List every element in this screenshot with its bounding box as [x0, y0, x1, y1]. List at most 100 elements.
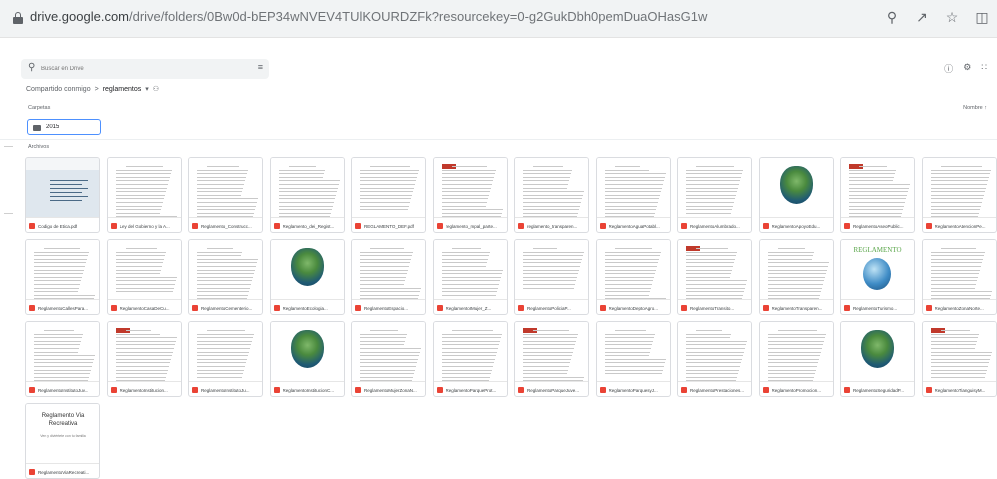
file-name: ReglamentoApoyoEdu... [771, 223, 821, 229]
file-item[interactable]: ReglamentoTransparen... [758, 239, 834, 315]
file-item[interactable]: ReglamentoInstitutoJuv... [25, 321, 100, 397]
file-item[interactable]: ReglamentoDeptoAgro... [595, 239, 671, 315]
file-name: ReglamentoAseoPublic... [853, 223, 904, 229]
pdf-icon [925, 387, 932, 393]
file-thumbnail [352, 158, 425, 218]
coat-of-arms-image [290, 330, 324, 368]
file-item[interactable]: ReglamentoParqueProt... [432, 321, 508, 397]
search-bar[interactable]: ⚲ ≡ [21, 59, 269, 79]
breadcrumb-shared[interactable]: Compartido conmigo [26, 86, 91, 93]
file-item[interactable]: ReglamentoApoyoEdu... [758, 157, 834, 233]
file-item[interactable]: ReglamentoSeguridadP... [840, 321, 915, 397]
file-caption: ReglamentoParquesyJ... [599, 385, 669, 395]
file-caption: reglamento_transparen... [518, 221, 587, 231]
pdf-icon [436, 387, 443, 393]
pdf-icon [681, 223, 687, 229]
file-item[interactable]: ReglamentoTianguisyM... [921, 321, 997, 397]
chevron-down-icon[interactable]: ▾ [145, 85, 149, 93]
pdf-icon [599, 387, 606, 393]
file-item[interactable]: Reglamento_Construcc... [188, 157, 263, 233]
url-field[interactable]: drive.google.com/drive/folders/0Bw0d-bEP… [30, 9, 707, 24]
file-item[interactable]: REGLAMENTO_DEF.pdf [351, 157, 426, 233]
file-caption: ReglamentoInstitucion... [110, 385, 180, 395]
search-input[interactable] [41, 62, 241, 76]
search-icon[interactable]: ⚲ [28, 62, 35, 73]
file-thumbnail [270, 240, 344, 300]
sort-button[interactable]: Nombre ↑ [963, 105, 987, 111]
breadcrumb-current[interactable]: reglamentos [103, 86, 142, 93]
file-item[interactable]: Codigo de Etica.pdf [25, 157, 100, 233]
file-item[interactable]: ReglamentoParquesyJ... [595, 321, 671, 397]
pdf-icon [192, 223, 198, 229]
file-caption: ReglamentoAguaPotabl... [599, 221, 669, 231]
lock-icon[interactable] [13, 12, 23, 24]
file-item[interactable]: ReglamentoEcologia... [269, 239, 345, 315]
file-item[interactable]: ReglamentoZonaNorte... [921, 239, 997, 315]
settings-icon[interactable]: ⚙ [963, 62, 971, 75]
help-icon[interactable]: ⓘ [944, 62, 953, 75]
people-icon[interactable]: ⚇ [153, 85, 159, 93]
file-item[interactable]: ReglamentoAtencionPe... [921, 157, 997, 233]
pdf-icon [844, 305, 850, 311]
file-thumbnail [596, 322, 670, 382]
file-name: ReglamentoEcologia... [282, 305, 328, 311]
pdf-icon [110, 305, 117, 311]
file-caption: ReglamentoInstitucionC... [273, 385, 343, 395]
file-name: ReglamentoTianguisyM... [934, 387, 986, 393]
file-caption: ReglamentoInstitutoJu... [192, 385, 261, 395]
file-item[interactable]: ReglamentoInstitucionC... [269, 321, 345, 397]
file-item[interactable]: ReglamentoInstitutoJu... [188, 321, 263, 397]
file-name: ReglamentoPrestaciones... [690, 387, 745, 393]
file-item[interactable]: reglamento_mpal_parte... [432, 157, 508, 233]
pdf-icon [29, 305, 35, 311]
file-item[interactable]: REGLAMENTO ReglamentoTurismo... [840, 239, 915, 315]
file-caption: ReglamentoSeguridadP... [844, 385, 913, 395]
file-thumbnail [841, 322, 914, 382]
files-heading: Archivos [28, 144, 50, 150]
file-caption: ReglamentoTransparen... [762, 303, 832, 313]
pdf-icon [518, 223, 524, 229]
file-name: ReglamentoParquesyJ... [608, 387, 658, 393]
pdf-icon [110, 223, 117, 229]
file-item[interactable]: ReglamentoPrestaciones... [677, 321, 752, 397]
file-caption: ReglamentoParqueJuve... [518, 385, 587, 395]
file-item[interactable]: ReglamentoTransito... [677, 239, 752, 315]
share-icon[interactable]: ↗ [913, 9, 931, 26]
file-item[interactable]: ReglamentoPoliciaP... [514, 239, 589, 315]
file-item[interactable]: ReglamentoParqueJuve... [514, 321, 589, 397]
file-name: ReglamentoPoliciaP... [527, 305, 571, 311]
file-name: ReglamentoCementerio... [201, 305, 253, 311]
file-name: Ley del Gobierno y la A... [119, 223, 170, 229]
file-item[interactable]: ReglamentoAguaPotabl... [595, 157, 671, 233]
file-thumbnail [922, 240, 996, 300]
file-name: ReglamentoCasaDeCu... [119, 305, 170, 311]
search-options-icon[interactable]: ≡ [258, 62, 263, 72]
file-item[interactable]: ReglamentoEspacio... [351, 239, 426, 315]
file-item[interactable]: ReglamentoAseoPublic... [840, 157, 915, 233]
file-item[interactable]: Reglamento_dei_Regist... [269, 157, 345, 233]
file-name: ReglamentoTransparen... [771, 305, 823, 311]
file-item[interactable]: reglamento_transparen... [514, 157, 589, 233]
file-item[interactable]: ReglamentoAlumbrado... [677, 157, 752, 233]
file-name: Codigo de Etica.pdf [38, 223, 78, 229]
sidebar-icon[interactable]: ◫ [973, 9, 991, 26]
file-item[interactable]: ReglamentoMujerZonaN... [351, 321, 426, 397]
folder-name: 2015 [46, 124, 60, 130]
file-item[interactable]: ReglamentoCementerio... [188, 239, 263, 315]
file-item[interactable]: ReglamentoCallesPara... [25, 239, 100, 315]
file-item[interactable]: ReglamentoInstitucion... [106, 321, 182, 397]
file-item[interactable]: ReglamentoCasaDeCu... [106, 239, 182, 315]
file-item[interactable]: Reglamento Via Recreativa Ven y diviértet… [25, 403, 100, 479]
file-thumbnail [26, 158, 99, 218]
file-caption: Reglamento_dei_Regist... [273, 221, 343, 231]
pdf-icon [273, 305, 280, 311]
star-icon[interactable]: ☆ [943, 9, 961, 26]
url-host: drive.google.com [30, 9, 129, 24]
file-item[interactable]: ReglamentoPromocion... [758, 321, 834, 397]
folder-item[interactable]: 2015 [27, 119, 101, 135]
file-item[interactable]: ReglamentoIMujer_Z... [432, 239, 508, 315]
file-item[interactable]: Ley del Gobierno y la A... [106, 157, 182, 233]
apps-icon[interactable]: ∷ [981, 62, 987, 75]
zoom-icon[interactable]: ⚲ [883, 9, 901, 26]
file-caption: ReglamentoCasaDeCu... [110, 303, 180, 313]
